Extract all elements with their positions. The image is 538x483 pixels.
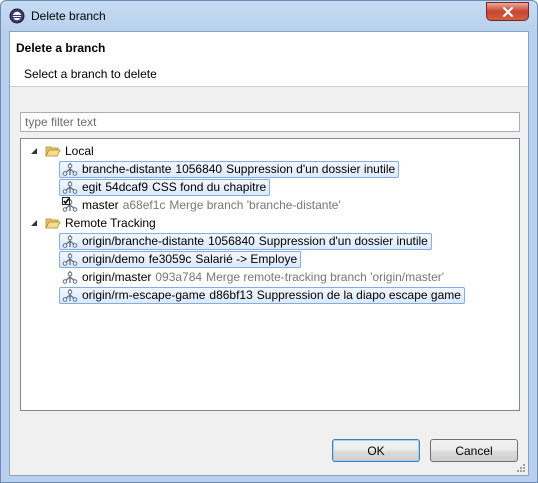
commit-message: Salarié -> Employe [195, 252, 298, 266]
checked-out-branch-icon [62, 197, 78, 212]
title-bar[interactable]: Delete branch [1, 1, 537, 30]
commit-id: 093a784 [155, 270, 203, 284]
tree-group-label: Remote Tracking [65, 216, 156, 230]
dialog-message: Select a branch to delete [24, 67, 157, 81]
branch-name: origin/rm-escape-game [82, 288, 206, 302]
expanded-arrow-icon[interactable] [29, 146, 39, 156]
branch-icon [62, 253, 78, 266]
close-button[interactable] [486, 2, 529, 21]
open-folder-icon [45, 218, 61, 229]
ok-button[interactable]: OK [332, 439, 420, 462]
branch-row[interactable]: branche-distante 1056840 Suppression d'un … [59, 160, 400, 178]
branch-name: branche-distante [82, 162, 172, 176]
commit-id: a68ef1c [122, 198, 166, 212]
tree-group-local[interactable]: Local [21, 142, 519, 160]
open-folder-icon [45, 146, 61, 157]
branch-name: origin/branche-distante [82, 234, 205, 248]
tree-group-label: Local [65, 144, 94, 158]
branch-row[interactable]: origin/master 093a784 Merge remote-trackin… [59, 269, 448, 286]
commit-id: d86bf13 [209, 288, 253, 302]
tree-group-remote-tracking[interactable]: Remote Tracking [21, 214, 519, 232]
commit-message: Suppression d'un dossier inutile [258, 234, 428, 248]
commit-id: 1056840 [208, 234, 255, 248]
resize-grip-icon[interactable] [516, 463, 526, 473]
branch-name: origin/demo [82, 252, 145, 266]
branch-row[interactable]: egit 54dcaf9 CSS fond du chapitre [59, 178, 271, 196]
commit-id: 1056840 [175, 162, 223, 176]
dialog-window: Delete branch Delete a branch Select a b… [0, 0, 538, 483]
branch-tree[interactable]: Local branche-distante 1056840 Suppression … [20, 138, 520, 411]
commit-message: Merge branch 'branche-distante' [169, 198, 341, 212]
branch-row[interactable]: origin/rm-escape-game d86bf13 Suppression … [59, 286, 465, 304]
branch-row[interactable]: origin/demo fe3059c Salarié -> Employe [59, 250, 302, 268]
commit-id: fe3059c [148, 252, 192, 266]
branch-icon [62, 181, 78, 194]
branch-icon [62, 271, 78, 284]
branch-row[interactable]: master a68ef1c Merge branch 'branche-dista… [59, 197, 345, 214]
close-icon [502, 6, 513, 17]
commit-id: 54dcaf9 [105, 180, 149, 194]
window-title: Delete branch [31, 9, 106, 23]
expanded-arrow-icon[interactable] [29, 218, 39, 228]
branch-icon [62, 289, 78, 302]
dialog-heading: Delete a branch [16, 41, 106, 55]
dialog-client-area: Delete a branch Select a branch to delet… [9, 31, 529, 476]
commit-message: Merge remote-tracking branch 'origin/mas… [206, 270, 445, 284]
commit-message: Suppression de la diapo escape game [256, 288, 461, 302]
branch-icon [62, 163, 78, 176]
dialog-header: Delete a branch Select a branch to delet… [10, 32, 528, 87]
branch-name: origin/master [82, 270, 152, 284]
commit-message: CSS fond du chapitre [152, 180, 267, 194]
branch-row[interactable]: origin/branche-distante 1056840 Suppressio… [59, 232, 432, 250]
branch-name: master [82, 198, 119, 212]
commit-message: Suppression d'un dossier inutile [226, 162, 396, 176]
branch-name: egit [82, 180, 102, 194]
filter-input[interactable] [20, 112, 520, 132]
cancel-button[interactable]: Cancel [430, 439, 518, 462]
branch-icon [62, 235, 78, 248]
eclipse-icon [9, 8, 25, 24]
